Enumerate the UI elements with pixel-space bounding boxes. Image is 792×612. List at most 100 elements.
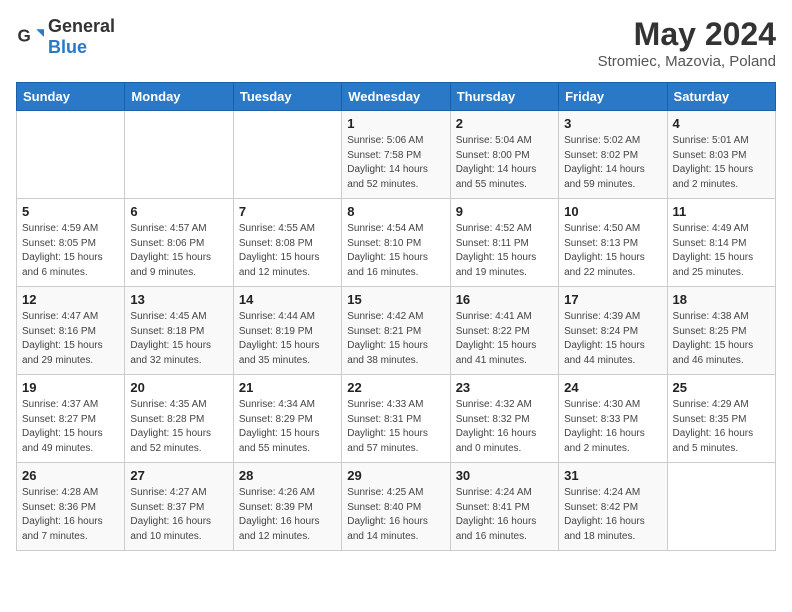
day-number: 21 [239, 380, 336, 395]
week-row-2: 5 Sunrise: 4:59 AM Sunset: 8:05 PM Daylig… [17, 199, 776, 287]
day-cell: 23 Sunrise: 4:32 AM Sunset: 8:32 PM Dayli… [450, 375, 558, 463]
day-cell: 22 Sunrise: 4:33 AM Sunset: 8:31 PM Dayli… [342, 375, 450, 463]
day-cell: 14Sunrise: 4:44 AM Sunset: 8:19 PM Dayli… [233, 287, 341, 375]
day-info: Sunrise: 4:30 AM Sunset: 8:33 PM Dayligh… [564, 398, 661, 456]
day-number: 13 [130, 292, 227, 307]
logo-general: General [48, 16, 115, 36]
day-cell [233, 111, 341, 199]
day-number: 17 [564, 292, 661, 307]
day-number: 8 [347, 204, 444, 219]
day-cell: 3 Sunrise: 5:02 AM Sunset: 8:02 PM Daylig… [559, 111, 667, 199]
day-cell: 1 Sunrise: 5:06 AM Sunset: 7:58 PM Daylig… [342, 111, 450, 199]
day-info: Sunrise: 5:01 AM Sunset: 8:03 PM Dayligh… [673, 134, 770, 192]
day-cell: 29Sunrise: 4:25 AM Sunset: 8:40 PM Dayli… [342, 463, 450, 551]
logo: G General Blue [16, 16, 115, 58]
day-cell: 10 Sunrise: 4:50 AM Sunset: 8:13 PM Dayli… [559, 199, 667, 287]
day-info: Sunrise: 5:06 AM Sunset: 7:58 PM Dayligh… [347, 134, 444, 192]
day-cell: 7 Sunrise: 4:55 AM Sunset: 8:08 PM Daylig… [233, 199, 341, 287]
day-cell: 9Sunrise: 4:52 AM Sunset: 8:11 PM Daylig… [450, 199, 558, 287]
day-info: Sunrise: 4:34 AM Sunset: 8:29 PM Dayligh… [239, 398, 336, 456]
day-info: Sunrise: 4:52 AM Sunset: 8:11 PM Dayligh… [456, 222, 553, 280]
day-number: 18 [673, 292, 770, 307]
day-number: 7 [239, 204, 336, 219]
day-info: Sunrise: 4:32 AM Sunset: 8:32 PM Dayligh… [456, 398, 553, 456]
day-number: 20 [130, 380, 227, 395]
day-info: Sunrise: 4:37 AM Sunset: 8:27 PM Dayligh… [22, 398, 119, 456]
day-info: Sunrise: 4:33 AM Sunset: 8:31 PM Dayligh… [347, 398, 444, 456]
day-cell: 28 Sunrise: 4:26 AM Sunset: 8:39 PM Dayli… [233, 463, 341, 551]
day-info: Sunrise: 4:41 AM Sunset: 8:22 PM Dayligh… [456, 310, 553, 368]
day-cell: 17Sunrise: 4:39 AM Sunset: 8:24 PM Dayli… [559, 287, 667, 375]
day-info: Sunrise: 4:29 AM Sunset: 8:35 PM Dayligh… [673, 398, 770, 456]
day-cell: 19 Sunrise: 4:37 AM Sunset: 8:27 PM Dayli… [17, 375, 125, 463]
header-day-monday: Monday [125, 83, 233, 111]
day-info: Sunrise: 4:47 AM Sunset: 8:16 PM Dayligh… [22, 310, 119, 368]
day-cell: 21 Sunrise: 4:34 AM Sunset: 8:29 PM Dayli… [233, 375, 341, 463]
day-info: Sunrise: 4:55 AM Sunset: 8:08 PM Dayligh… [239, 222, 336, 280]
day-info: Sunrise: 5:04 AM Sunset: 8:00 PM Dayligh… [456, 134, 553, 192]
header: G General Blue May 2024 Stromiec, Mazovi… [16, 16, 776, 70]
day-cell: 26Sunrise: 4:28 AM Sunset: 8:36 PM Dayli… [17, 463, 125, 551]
location: Stromiec, Mazovia, Poland [598, 53, 776, 70]
logo-text: General Blue [48, 16, 115, 58]
day-cell: 20 Sunrise: 4:35 AM Sunset: 8:28 PM Dayli… [125, 375, 233, 463]
day-info: Sunrise: 4:50 AM Sunset: 8:13 PM Dayligh… [564, 222, 661, 280]
day-number: 22 [347, 380, 444, 395]
day-cell: 12 Sunrise: 4:47 AM Sunset: 8:16 PM Dayli… [17, 287, 125, 375]
day-info: Sunrise: 4:59 AM Sunset: 8:05 PM Dayligh… [22, 222, 119, 280]
day-number: 28 [239, 468, 336, 483]
day-number: 12 [22, 292, 119, 307]
day-info: Sunrise: 4:38 AM Sunset: 8:25 PM Dayligh… [673, 310, 770, 368]
day-cell: 30Sunrise: 4:24 AM Sunset: 8:41 PM Dayli… [450, 463, 558, 551]
day-number: 15 [347, 292, 444, 307]
day-info: Sunrise: 4:27 AM Sunset: 8:37 PM Dayligh… [130, 486, 227, 544]
header-day-tuesday: Tuesday [233, 83, 341, 111]
header-day-wednesday: Wednesday [342, 83, 450, 111]
day-number: 10 [564, 204, 661, 219]
day-number: 3 [564, 116, 661, 131]
day-cell: 2Sunrise: 5:04 AM Sunset: 8:00 PM Daylig… [450, 111, 558, 199]
day-cell: 24 Sunrise: 4:30 AM Sunset: 8:33 PM Dayli… [559, 375, 667, 463]
day-number: 4 [673, 116, 770, 131]
day-info: Sunrise: 5:02 AM Sunset: 8:02 PM Dayligh… [564, 134, 661, 192]
day-cell: 15 Sunrise: 4:42 AM Sunset: 8:21 PM Dayli… [342, 287, 450, 375]
day-cell: 11Sunrise: 4:49 AM Sunset: 8:14 PM Dayli… [667, 199, 775, 287]
day-number: 11 [673, 204, 770, 219]
day-number: 19 [22, 380, 119, 395]
day-number: 30 [456, 468, 553, 483]
day-info: Sunrise: 4:45 AM Sunset: 8:18 PM Dayligh… [130, 310, 227, 368]
header-day-friday: Friday [559, 83, 667, 111]
day-info: Sunrise: 4:26 AM Sunset: 8:39 PM Dayligh… [239, 486, 336, 544]
week-row-1: 1 Sunrise: 5:06 AM Sunset: 7:58 PM Daylig… [17, 111, 776, 199]
day-number: 14 [239, 292, 336, 307]
month-year: May 2024 [598, 16, 776, 53]
day-info: Sunrise: 4:35 AM Sunset: 8:28 PM Dayligh… [130, 398, 227, 456]
day-cell: 31 Sunrise: 4:24 AM Sunset: 8:42 PM Dayli… [559, 463, 667, 551]
day-cell: 6Sunrise: 4:57 AM Sunset: 8:06 PM Daylig… [125, 199, 233, 287]
day-cell: 13 Sunrise: 4:45 AM Sunset: 8:18 PM Dayli… [125, 287, 233, 375]
week-row-5: 26Sunrise: 4:28 AM Sunset: 8:36 PM Dayli… [17, 463, 776, 551]
day-number: 26 [22, 468, 119, 483]
logo-blue: Blue [48, 37, 87, 57]
week-row-3: 12 Sunrise: 4:47 AM Sunset: 8:16 PM Dayli… [17, 287, 776, 375]
day-number: 24 [564, 380, 661, 395]
day-cell [17, 111, 125, 199]
header-day-sunday: Sunday [17, 83, 125, 111]
day-info: Sunrise: 4:42 AM Sunset: 8:21 PM Dayligh… [347, 310, 444, 368]
day-cell [667, 463, 775, 551]
day-cell: 16Sunrise: 4:41 AM Sunset: 8:22 PM Dayli… [450, 287, 558, 375]
days-header-row: SundayMondayTuesdayWednesdayThursdayFrid… [17, 83, 776, 111]
week-row-4: 19 Sunrise: 4:37 AM Sunset: 8:27 PM Dayli… [17, 375, 776, 463]
day-info: Sunrise: 4:57 AM Sunset: 8:06 PM Dayligh… [130, 222, 227, 280]
day-number: 1 [347, 116, 444, 131]
header-day-thursday: Thursday [450, 83, 558, 111]
day-number: 5 [22, 204, 119, 219]
header-day-saturday: Saturday [667, 83, 775, 111]
day-info: Sunrise: 4:24 AM Sunset: 8:42 PM Dayligh… [564, 486, 661, 544]
day-info: Sunrise: 4:25 AM Sunset: 8:40 PM Dayligh… [347, 486, 444, 544]
day-cell: 25Sunrise: 4:29 AM Sunset: 8:35 PM Dayli… [667, 375, 775, 463]
day-number: 23 [456, 380, 553, 395]
day-number: 31 [564, 468, 661, 483]
day-number: 27 [130, 468, 227, 483]
day-cell: 8Sunrise: 4:54 AM Sunset: 8:10 PM Daylig… [342, 199, 450, 287]
